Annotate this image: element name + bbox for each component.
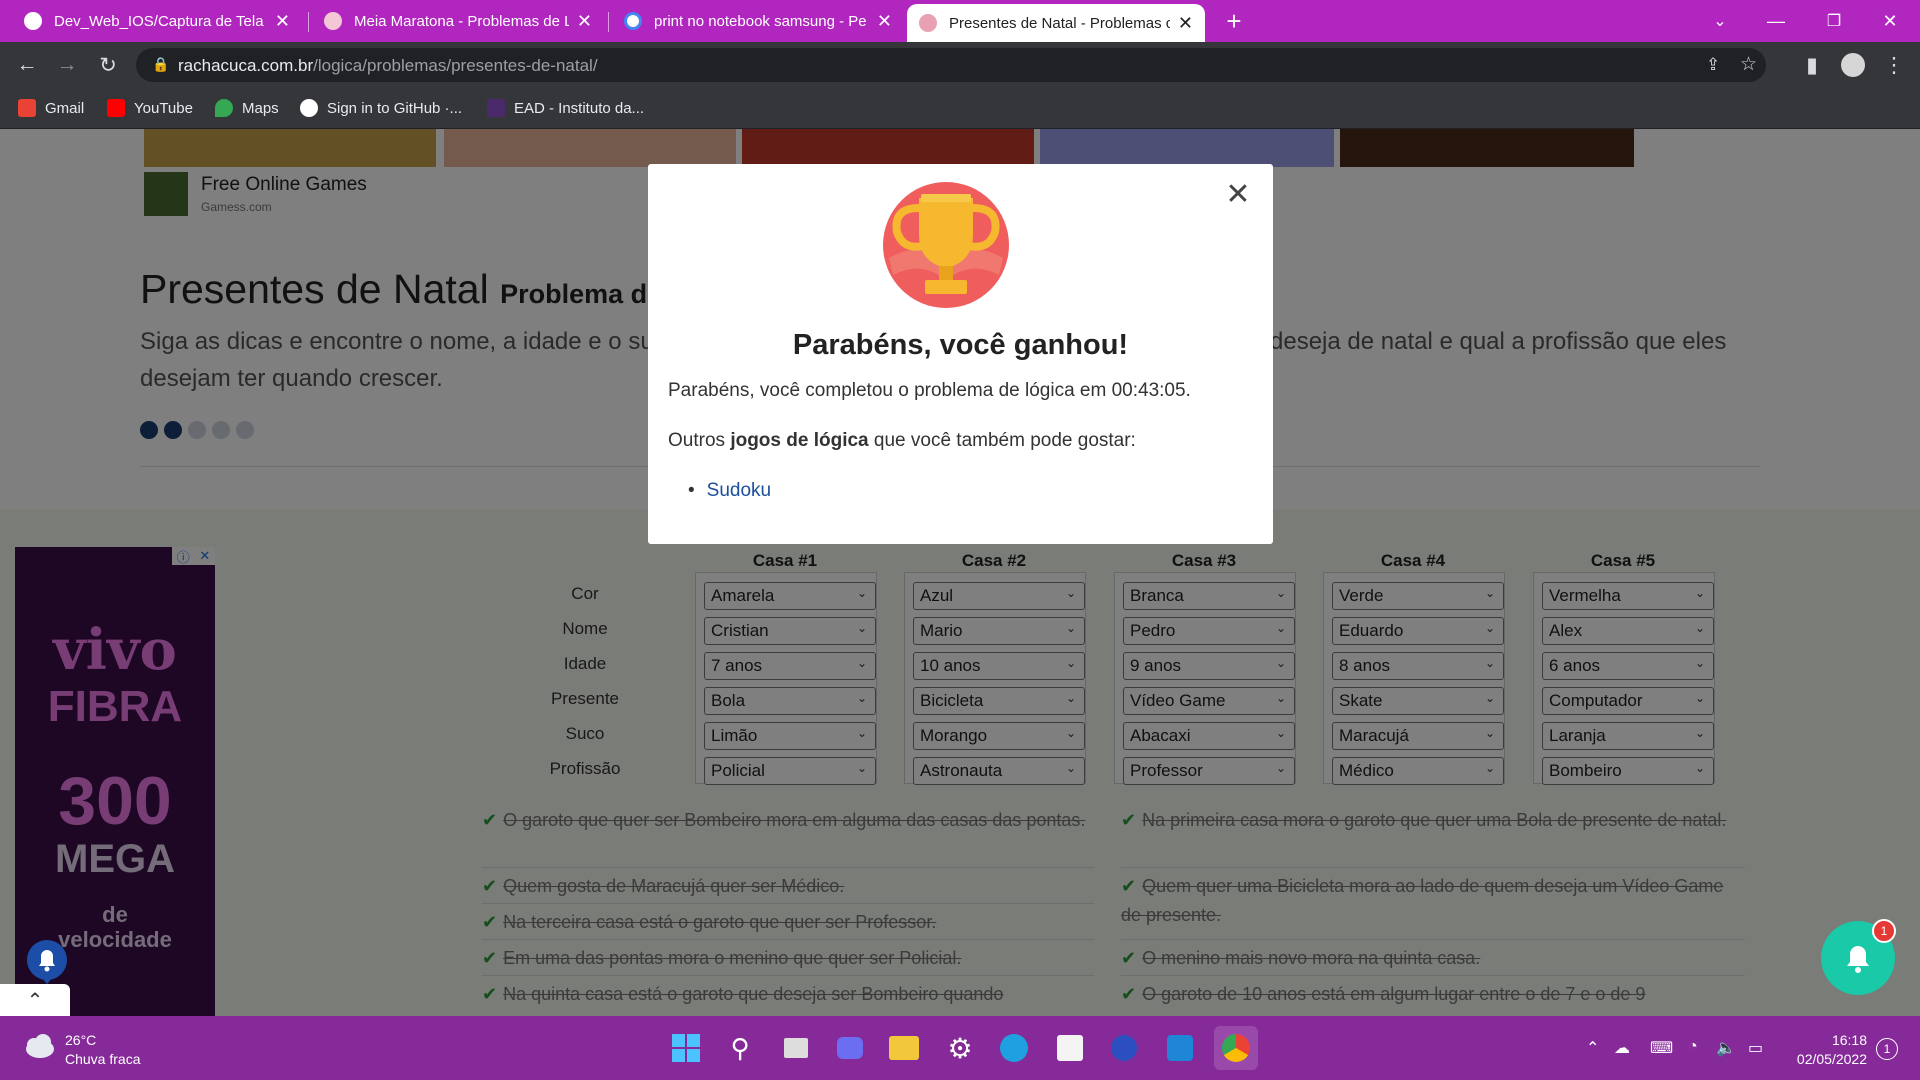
chevron-up-icon[interactable]: ⌃ bbox=[0, 984, 70, 1016]
tab-divider bbox=[308, 12, 309, 32]
tab-title: print no notebook samsung - Pe bbox=[654, 12, 867, 30]
gmail-icon bbox=[18, 99, 36, 117]
task-view-icon[interactable] bbox=[774, 1026, 818, 1070]
bookmark-github[interactable]: Sign in to GitHub ·... bbox=[300, 97, 462, 119]
keyboard-icon[interactable]: ⌨ bbox=[1650, 1038, 1673, 1058]
google-icon bbox=[624, 12, 642, 30]
notification-bell-icon[interactable] bbox=[26, 939, 68, 985]
restore-icon[interactable]: ❐ bbox=[1806, 0, 1862, 42]
tab-presentes-de-natal[interactable]: Presentes de Natal - Problemas c ✕ bbox=[907, 4, 1205, 42]
bookmark-ead[interactable]: EAD - Instituto da... bbox=[487, 97, 644, 119]
tab-print-notebook[interactable]: print no notebook samsung - Pe ✕ bbox=[612, 0, 904, 42]
bookmarks-bar: Gmail YouTube Maps Sign in to GitHub ·..… bbox=[0, 88, 1920, 129]
tab-title: Presentes de Natal - Problemas c bbox=[949, 14, 1170, 32]
store-icon[interactable] bbox=[1048, 1026, 1092, 1070]
modal-games-intro: Outros jogos de lógica que você também p… bbox=[668, 430, 1136, 452]
tab-title: Meia Maratona - Problemas de L bbox=[354, 12, 569, 30]
url-text: rachacuca.com.br/logica/problemas/presen… bbox=[178, 56, 598, 76]
windows-taskbar: 26°C Chuva fraca ⚲ ⚙ ⌃ ☁ ⌨ ◔ 🔈 ▭ 16:18 0… bbox=[0, 1016, 1920, 1080]
forward-icon[interactable]: → bbox=[53, 51, 81, 79]
github-icon bbox=[24, 12, 42, 30]
battery-icon[interactable]: ▭ bbox=[1748, 1038, 1763, 1058]
vscode-icon[interactable] bbox=[1158, 1026, 1202, 1070]
games-list: • Sudoku bbox=[688, 480, 771, 502]
bell-icon bbox=[1847, 946, 1869, 973]
rachacuca-icon bbox=[324, 12, 342, 30]
window-close-icon[interactable]: ✕ bbox=[1862, 0, 1918, 42]
modal-title: Parabéns, você ganhou! bbox=[792, 329, 1129, 361]
tab-dev-web[interactable]: Dev_Web_IOS/Captura de Tela (1 ✕ bbox=[12, 0, 302, 42]
games-suffix: que você também pode gostar: bbox=[868, 430, 1136, 451]
notification-center-badge[interactable]: 1 bbox=[1876, 1038, 1898, 1060]
chevron-up-icon[interactable]: ⌃ bbox=[1586, 1038, 1599, 1058]
close-tab-icon[interactable]: ✕ bbox=[577, 11, 592, 32]
avatar[interactable] bbox=[1839, 51, 1867, 79]
clock-date[interactable]: 02/05/2022 bbox=[1772, 1051, 1867, 1067]
tab-divider bbox=[608, 12, 609, 32]
ead-icon bbox=[487, 99, 505, 117]
search-icon[interactable]: ⚲ bbox=[718, 1026, 762, 1070]
windows-start-icon[interactable] bbox=[664, 1026, 708, 1070]
volume-icon[interactable]: 🔈 bbox=[1716, 1038, 1736, 1058]
weather-cloud-icon[interactable] bbox=[22, 1033, 56, 1061]
link-sudoku[interactable]: Sudoku bbox=[707, 480, 771, 501]
youtube-icon bbox=[107, 99, 125, 117]
rachacuca-icon bbox=[919, 14, 937, 32]
address-bar[interactable]: 🔒 rachacuca.com.br/logica/problemas/pres… bbox=[136, 48, 1766, 82]
clock-time[interactable]: 16:18 bbox=[1772, 1032, 1867, 1048]
bookmark-maps[interactable]: Maps bbox=[215, 97, 279, 119]
lock-icon: 🔒 bbox=[152, 56, 170, 72]
tab-meia-maratona[interactable]: Meia Maratona - Problemas de L ✕ bbox=[312, 0, 604, 42]
modal-message: Parabéns, você completou o problema de l… bbox=[668, 380, 1191, 401]
close-icon[interactable]: ✕ bbox=[1223, 180, 1253, 212]
bookmark-gmail[interactable]: Gmail bbox=[18, 97, 84, 119]
github-icon bbox=[300, 99, 318, 117]
settings-gear-icon[interactable]: ⚙ bbox=[938, 1026, 982, 1070]
weather-description[interactable]: Chuva fraca bbox=[65, 1051, 140, 1067]
close-tab-icon[interactable]: ✕ bbox=[877, 11, 892, 32]
chrome-icon[interactable] bbox=[1214, 1026, 1258, 1070]
bookmark-youtube[interactable]: YouTube bbox=[107, 97, 193, 119]
tab-title: Dev_Web_IOS/Captura de Tela (1 bbox=[54, 12, 267, 30]
bookmark-label: EAD - Instituto da... bbox=[514, 99, 645, 117]
back-icon[interactable]: ← bbox=[13, 51, 41, 79]
url-host: rachacuca.com.br bbox=[178, 56, 314, 75]
browser-toolbar: ← → ↻ 🔒 rachacuca.com.br/logica/problema… bbox=[0, 42, 1920, 88]
notification-count-badge: 1 bbox=[1872, 919, 1896, 943]
games-bold: jogos de lógica bbox=[730, 430, 869, 451]
trophy-icon bbox=[883, 182, 1009, 308]
success-modal: ✕ Parabéns, você ganhou! Parabéns, você … bbox=[648, 164, 1273, 544]
bookmark-label: Gmail bbox=[45, 99, 85, 117]
menu-kebab-icon[interactable]: ⋮ bbox=[1880, 51, 1908, 79]
bookmark-label: Sign in to GitHub ·... bbox=[327, 99, 463, 117]
side-panel-icon[interactable]: ▮ bbox=[1798, 51, 1826, 79]
file-explorer-icon[interactable] bbox=[882, 1026, 926, 1070]
tab-strip: Dev_Web_IOS/Captura de Tela (1 ✕ Meia Ma… bbox=[0, 0, 1920, 42]
minimize-icon[interactable]: — bbox=[1748, 0, 1804, 42]
bullet: • bbox=[688, 480, 695, 501]
onedrive-icon[interactable]: ☁ bbox=[1614, 1038, 1630, 1058]
reload-icon[interactable]: ↻ bbox=[94, 51, 122, 79]
new-tab-button[interactable]: + bbox=[1206, 0, 1262, 42]
cortana-icon[interactable] bbox=[1102, 1026, 1146, 1070]
bookmark-label: Maps bbox=[242, 99, 279, 117]
bookmark-star-icon[interactable]: ☆ bbox=[1740, 53, 1757, 76]
url-path: /logica/problemas/presentes-de-natal/ bbox=[313, 56, 598, 75]
chat-icon[interactable] bbox=[828, 1026, 872, 1070]
tab-search-icon[interactable]: ⌄ bbox=[1692, 0, 1748, 42]
bookmark-label: YouTube bbox=[134, 99, 193, 117]
games-prefix: Outros bbox=[668, 430, 731, 451]
maps-icon bbox=[215, 99, 233, 117]
wifi-icon[interactable]: ◔ bbox=[1688, 1038, 1698, 1056]
share-icon[interactable]: ⇪ bbox=[1706, 55, 1720, 75]
edge-icon[interactable] bbox=[992, 1026, 1036, 1070]
web-page: Free Online Games Gamess.com Presentes d… bbox=[0, 129, 1920, 1016]
weather-temperature[interactable]: 26°C bbox=[65, 1032, 96, 1048]
close-tab-icon[interactable]: ✕ bbox=[275, 11, 290, 32]
close-tab-icon[interactable]: ✕ bbox=[1178, 13, 1193, 34]
